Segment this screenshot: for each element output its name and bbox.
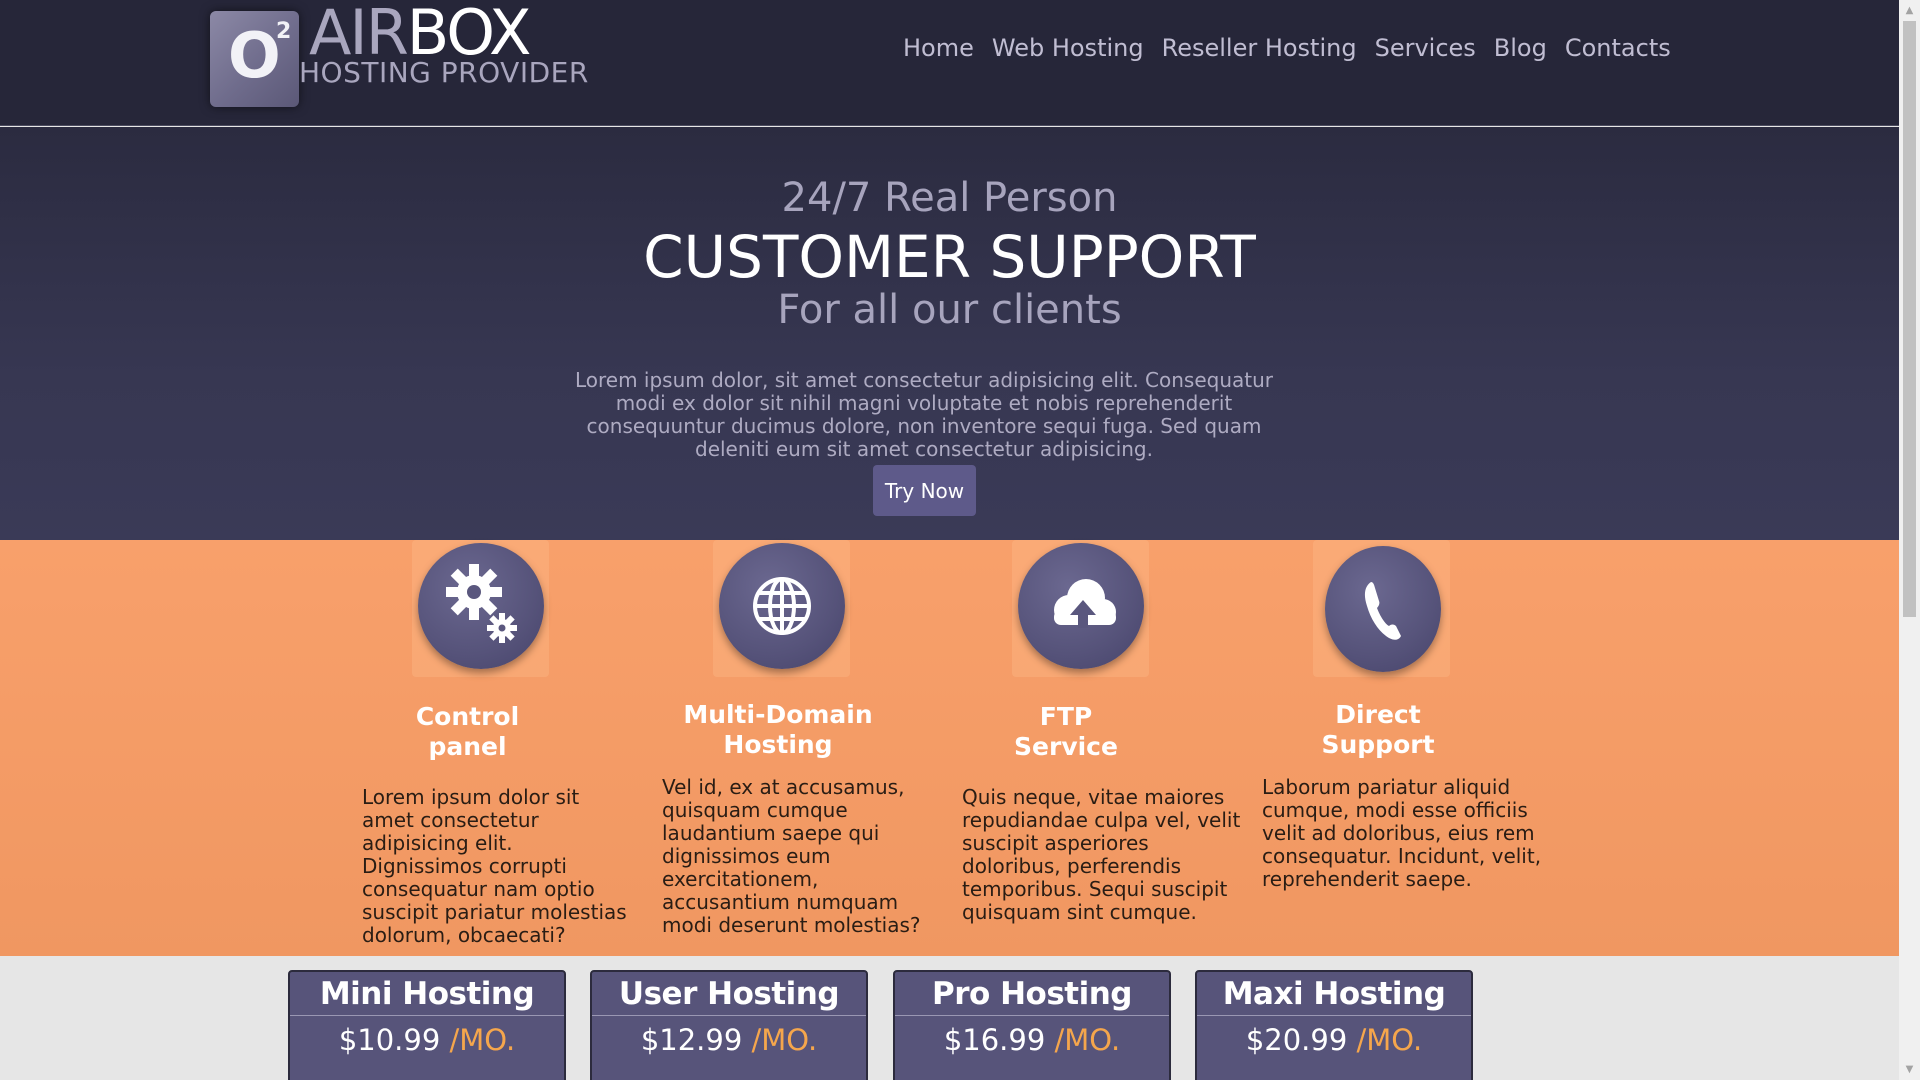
site-header: O 2 AIRBOX HOSTING PROVIDER Home Web Hos… bbox=[0, 0, 1899, 126]
nav-blog[interactable]: Blog bbox=[1494, 34, 1547, 68]
plan-price: $16.99 /MO. bbox=[895, 1018, 1169, 1062]
plan-price: $12.99 /MO. bbox=[592, 1018, 866, 1062]
features-section: Control panel Lorem ipsum dolor sit amet… bbox=[0, 540, 1899, 956]
scroll-down-arrow-icon[interactable]: ▼ bbox=[1899, 1059, 1920, 1080]
page: O 2 AIRBOX HOSTING PROVIDER Home Web Hos… bbox=[0, 0, 1899, 1080]
nav-services[interactable]: Services bbox=[1375, 34, 1476, 68]
scrollbar-thumb[interactable] bbox=[1903, 21, 1916, 617]
plan-name: User Hosting bbox=[592, 972, 866, 1016]
feature-icon-multi-domain bbox=[713, 540, 850, 677]
hero-paragraph: Lorem ipsum dolor, sit amet consectetur … bbox=[574, 368, 1274, 461]
hero-section: 24/7 Real Person CUSTOMER SUPPORT For al… bbox=[0, 127, 1899, 540]
hero-subtitle-top: 24/7 Real Person bbox=[781, 175, 1118, 221]
hero-title: CUSTOMER SUPPORT bbox=[643, 223, 1256, 291]
brand-tagline: HOSTING PROVIDER bbox=[299, 56, 589, 89]
price-period: /MO. bbox=[751, 1023, 818, 1057]
plan-name: Mini Hosting bbox=[290, 972, 564, 1016]
feature-title: Direct Support bbox=[1321, 700, 1435, 759]
nav-home[interactable]: Home bbox=[903, 34, 974, 68]
main-nav: Home Web Hosting Reseller Hosting Servic… bbox=[903, 34, 1689, 68]
pricing-section: Mini Hosting $10.99 /MO. User Hosting $1… bbox=[0, 956, 1899, 1080]
feature-title: FTP Service bbox=[1014, 702, 1118, 761]
logo[interactable]: O 2 bbox=[210, 11, 299, 107]
plan-card[interactable]: Mini Hosting $10.99 /MO. bbox=[288, 970, 566, 1080]
cloud-upload-icon bbox=[1054, 579, 1116, 628]
price-period: /MO. bbox=[1054, 1023, 1121, 1057]
scroll-up-arrow-icon[interactable]: ▲ bbox=[1899, 0, 1920, 21]
price-period: /MO. bbox=[449, 1023, 516, 1057]
logo-letter: O bbox=[228, 19, 281, 92]
plan-card[interactable]: User Hosting $12.99 /MO. bbox=[590, 970, 868, 1080]
feature-icon-support bbox=[1313, 540, 1450, 677]
globe-icon bbox=[753, 577, 811, 635]
plan-price: $20.99 /MO. bbox=[1197, 1018, 1471, 1062]
price-period: /MO. bbox=[1356, 1023, 1423, 1057]
nav-web-hosting[interactable]: Web Hosting bbox=[992, 34, 1144, 68]
feature-text: Vel id, ex at accusamus, quisquam cumque… bbox=[662, 775, 921, 937]
plan-card[interactable]: Maxi Hosting $20.99 /MO. bbox=[1195, 970, 1473, 1080]
feature-icon-control-panel bbox=[412, 540, 549, 677]
nav-contacts[interactable]: Contacts bbox=[1565, 34, 1671, 68]
gears-icon bbox=[446, 564, 517, 643]
feature-text: Laborum pariatur aliquid cumque, modi es… bbox=[1262, 775, 1542, 891]
price-value: $16.99 bbox=[943, 1023, 1046, 1057]
plan-name: Pro Hosting bbox=[895, 972, 1169, 1016]
feature-title: Control panel bbox=[415, 702, 520, 761]
nav-reseller-hosting[interactable]: Reseller Hosting bbox=[1162, 34, 1357, 68]
price-value: $12.99 bbox=[640, 1023, 743, 1057]
plan-name: Maxi Hosting bbox=[1197, 972, 1471, 1016]
logo-superscript: 2 bbox=[276, 19, 292, 44]
plan-price: $10.99 /MO. bbox=[290, 1018, 564, 1062]
plan-card[interactable]: Pro Hosting $16.99 /MO. bbox=[893, 970, 1171, 1080]
feature-title: Multi-Domain Hosting bbox=[683, 700, 873, 759]
feature-text: Quis neque, vitae maiores repudiandae cu… bbox=[962, 785, 1241, 924]
vertical-scrollbar[interactable]: ▲ ▼ bbox=[1899, 0, 1920, 1080]
phone-icon bbox=[1364, 582, 1401, 640]
try-now-button[interactable]: Try Now bbox=[873, 465, 976, 516]
feature-icon-ftp bbox=[1012, 540, 1149, 677]
hero-subtitle-bottom: For all our clients bbox=[777, 287, 1122, 333]
price-value: $20.99 bbox=[1245, 1023, 1348, 1057]
feature-text: Lorem ipsum dolor sit amet consectetur a… bbox=[362, 785, 627, 947]
price-value: $10.99 bbox=[338, 1023, 441, 1057]
